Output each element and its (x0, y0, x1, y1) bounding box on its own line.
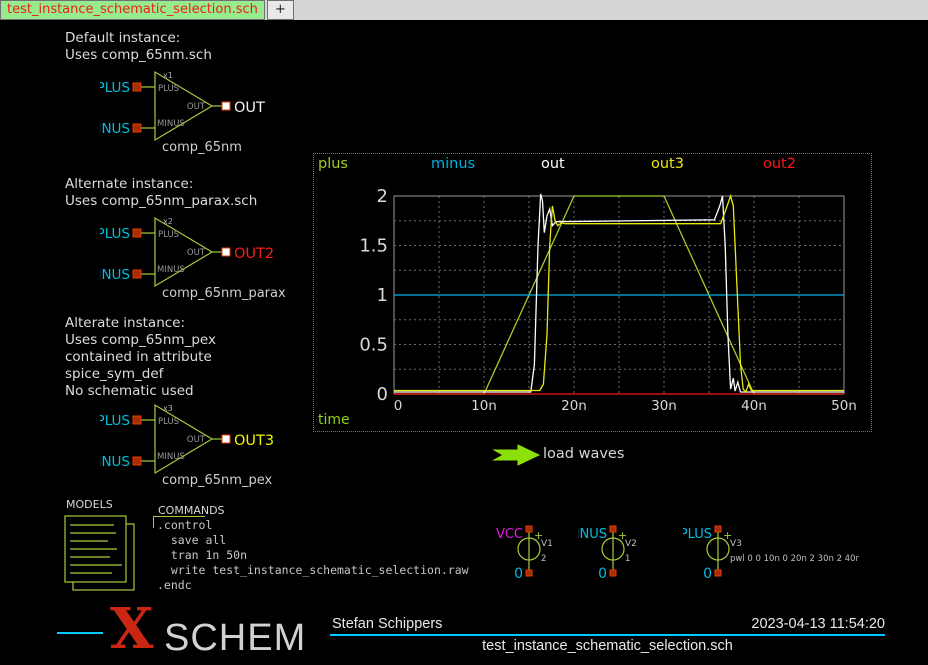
datetime-stamp: 2023-04-13 11:54:20 (650, 616, 885, 632)
comparator-instance[interactable]: Default instance: Uses comp_65nm.sch x1 … (100, 64, 300, 159)
instance-description: Default instance: Uses comp_65nm.sch (65, 30, 212, 64)
pin-minus-icon[interactable] (133, 270, 141, 278)
tab-bar: test_instance_schematic_selection.sch + (0, 0, 928, 20)
source-pin-bottom-icon[interactable] (715, 570, 721, 576)
net-label-out[interactable]: OUT2 (234, 246, 274, 262)
load-waves-launcher[interactable]: load waves (543, 446, 624, 462)
net-label-out[interactable]: OUT (234, 100, 265, 116)
x-tick-label: 40n (741, 398, 767, 414)
new-tab-button[interactable]: + (267, 0, 294, 20)
x-tick-label: 20n (561, 398, 587, 414)
legend-item-minus[interactable]: minus (431, 156, 475, 172)
comparator-instance[interactable]: Alternate instance: Uses comp_65nm_parax… (100, 210, 300, 305)
logo-dash-icon (57, 632, 103, 634)
instance-model-name: comp_65nm_pex (162, 473, 272, 488)
source-value: 1 (625, 554, 630, 564)
waveform-graph[interactable]: plus minus out out3 out2 0 0.5 1 1.5 2 0 10n 20n 30n… (313, 153, 872, 432)
y-tick-label: 1.5 (359, 236, 388, 257)
source-net-label[interactable]: PLUS (683, 527, 712, 542)
gnd-net-label[interactable]: 0 (514, 566, 523, 582)
pin-minus-icon[interactable] (133, 457, 141, 465)
symbol-pin-name-out: OUT (187, 435, 206, 445)
sheet-filename: test_instance_schematic_selection.sch (330, 638, 885, 654)
instance-designator: x3 (163, 404, 173, 413)
source-name: V1 (541, 539, 553, 549)
pin-plus-icon[interactable] (133, 416, 141, 424)
pin-out-icon[interactable] (222, 435, 230, 443)
x-tick-label: 10n (471, 398, 497, 414)
symbol-pin-name-plus: PLUS (158, 84, 179, 94)
x-tick-label: 30n (651, 398, 677, 414)
symbol-pin-name-out: OUT (187, 248, 206, 258)
source-name: V3 (730, 539, 742, 549)
instance-description: Alterate instance: Uses comp_65nm_pex co… (65, 315, 216, 400)
instance-designator: x2 (163, 217, 173, 226)
pin-out-icon[interactable] (222, 248, 230, 256)
pin-plus-icon[interactable] (133, 83, 141, 91)
y-tick-label: 2 (377, 186, 388, 207)
schematic-canvas[interactable]: MODELS COMMANDS .control save all tran 1… (0, 20, 928, 665)
legend-item-out3[interactable]: out3 (651, 156, 684, 172)
models-netlist-icon[interactable] (58, 510, 138, 595)
tab-active[interactable]: test_instance_schematic_selection.sch (0, 0, 265, 20)
legend-item-out[interactable]: out (541, 156, 565, 172)
source-pin-top-icon[interactable] (526, 526, 532, 532)
instance-model-name: comp_65nm (162, 140, 242, 155)
source-net-label[interactable]: MINUS (578, 527, 607, 542)
source-net-label[interactable]: VCC (496, 527, 523, 542)
net-label-minus[interactable]: MINUS (100, 267, 130, 283)
gnd-net-label[interactable]: 0 (598, 566, 607, 582)
net-label-plus[interactable]: PLUS (100, 226, 130, 242)
titleblock-divider (330, 634, 885, 636)
spice-commands[interactable]: .control save all tran 1n 50n write test… (157, 518, 469, 593)
symbol-pin-name-minus: MINUS (157, 119, 185, 129)
symbol-pin-name-minus: MINUS (157, 452, 185, 462)
launcher-arrow-icon[interactable] (492, 444, 544, 466)
net-label-out[interactable]: OUT3 (234, 433, 274, 449)
source-pin-bottom-icon[interactable] (526, 570, 532, 576)
net-label-plus[interactable]: PLUS (100, 413, 130, 429)
source-value: 2 (541, 554, 546, 564)
y-tick-label: 0.5 (359, 335, 388, 356)
xschem-window: test_instance_schematic_selection.sch + … (0, 0, 928, 665)
author-name: Stefan Schippers (332, 616, 442, 632)
comparator-symbol[interactable]: x2 PLUS OUT MINUS PLUS MINUS OUT2 comp_6… (100, 210, 300, 305)
y-tick-label: 1 (377, 285, 388, 306)
pin-out-icon[interactable] (222, 102, 230, 110)
waveform-plot[interactable]: 0 0.5 1 1.5 2 0 10n 20n 30n 40n 50n (314, 154, 873, 433)
net-label-minus[interactable]: MINUS (100, 121, 130, 137)
source-value: pwl 0 0 10n 0 20n 2 30n 2 40n 0 (730, 554, 859, 564)
source-name: V2 (625, 539, 637, 549)
gnd-net-label[interactable]: 0 (703, 566, 712, 582)
xschem-logo-x: X (110, 601, 153, 657)
instance-description: Alternate instance: Uses comp_65nm_parax… (65, 176, 257, 210)
x-tick-label: 0 (394, 398, 403, 414)
pin-plus-icon[interactable] (133, 229, 141, 237)
xschem-logo-text: SCHEM (164, 619, 306, 657)
legend-item-out2[interactable]: out2 (763, 156, 796, 172)
instance-model-name: comp_65nm_parax (162, 286, 286, 301)
x-tick-label: 50n (831, 398, 857, 414)
comparator-symbol[interactable]: x1 PLUS OUT MINUS PLUS MINUS OUT comp_65… (100, 64, 300, 159)
source-pin-bottom-icon[interactable] (610, 570, 616, 576)
source-pin-top-icon[interactable] (715, 526, 721, 532)
voltage-source[interactable]: + PLUS V3 pwl 0 0 10n 0 20n 2 30n 2 40n … (683, 524, 859, 588)
comparator-symbol[interactable]: x3 PLUS OUT MINUS PLUS MINUS OUT3 comp_6… (100, 397, 300, 492)
x-axis-label: time (318, 412, 350, 428)
legend-item-plus[interactable]: plus (318, 156, 348, 172)
net-label-minus[interactable]: MINUS (100, 454, 130, 470)
symbol-pin-name-plus: PLUS (158, 230, 179, 240)
source-pin-top-icon[interactable] (610, 526, 616, 532)
net-label-plus[interactable]: PLUS (100, 80, 130, 96)
symbol-pin-name-out: OUT (187, 102, 206, 112)
symbol-pin-name-minus: MINUS (157, 265, 185, 275)
pin-minus-icon[interactable] (133, 124, 141, 132)
symbol-pin-name-plus: PLUS (158, 417, 179, 427)
instance-designator: x1 (163, 71, 173, 80)
y-tick-label: 0 (377, 384, 388, 405)
comparator-instance[interactable]: Alterate instance: Uses comp_65nm_pex co… (100, 397, 300, 492)
